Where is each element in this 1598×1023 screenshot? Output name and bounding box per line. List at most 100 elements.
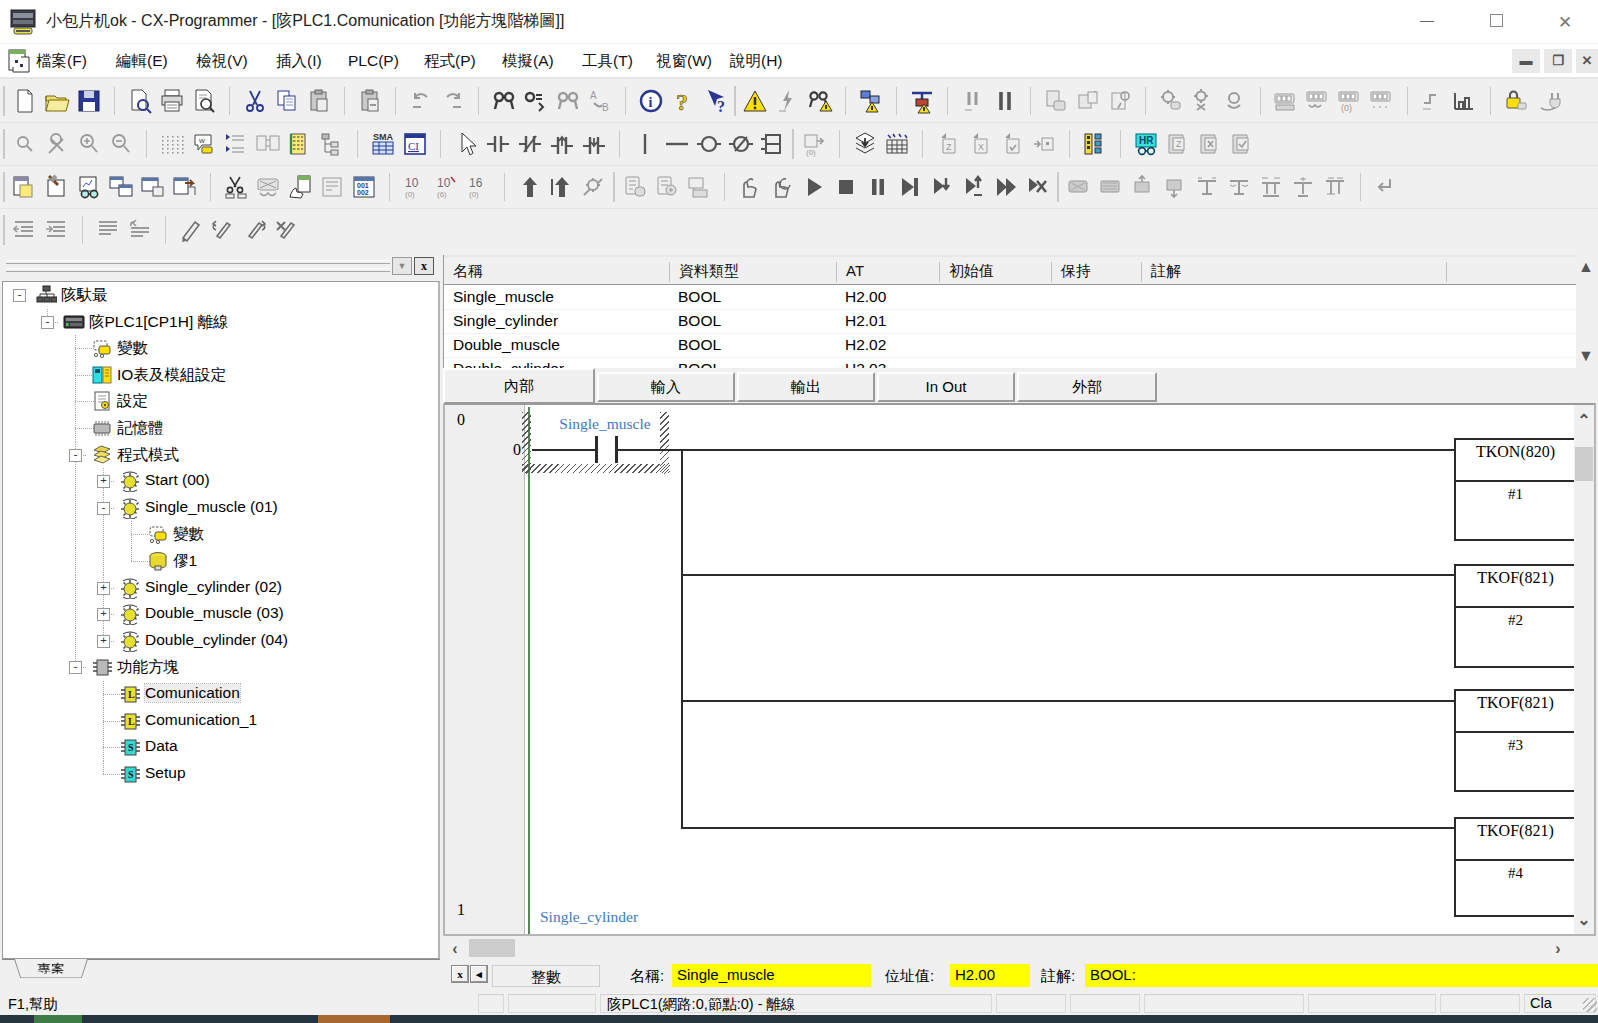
tree-item-label[interactable]: Double_muscle (03) xyxy=(145,604,284,622)
column-header-名稱[interactable]: 名稱 xyxy=(444,262,669,282)
tree-item-Comunication[interactable]: LComunication xyxy=(3,681,438,708)
open-file-icon[interactable] xyxy=(41,85,73,117)
var-tab-內部[interactable]: 內部 xyxy=(443,368,595,404)
tbar3-icon[interactable] xyxy=(1255,171,1287,203)
fb-tkof-4[interactable]: TKOF(821) #4 xyxy=(1454,817,1575,917)
find-warning-icon[interactable] xyxy=(804,85,836,117)
step-next-icon[interactable] xyxy=(894,171,926,203)
name-field[interactable]: Single_muscle xyxy=(672,964,871,987)
justify1-icon[interactable] xyxy=(92,214,124,246)
tree-item-陔馱最[interactable]: - 陔馱最 xyxy=(3,282,438,309)
compare-gear1-icon[interactable] xyxy=(1155,85,1187,117)
pen1-icon[interactable] xyxy=(175,214,207,246)
tree-item-Single_muscle (01)[interactable]: -Single_muscle (01) xyxy=(3,495,438,522)
compile-warning-icon[interactable] xyxy=(740,85,772,117)
network-warning-icon[interactable] xyxy=(855,85,887,117)
table-row-Single_muscle[interactable]: Single_muscleBOOLH2.00 xyxy=(444,286,1576,310)
column-header-註解[interactable]: 註解 xyxy=(1141,262,1446,282)
mesh-box1-icon[interactable] xyxy=(1063,171,1095,203)
table-row-Double_cylinder[interactable]: Double_cylinderBOOLH2.03 xyxy=(444,358,1576,368)
hand-point-icon[interactable] xyxy=(284,171,316,203)
binary-window-icon[interactable]: 001002 xyxy=(348,171,380,203)
ladder-vscrollbar[interactable]: ⌃ ⌄ xyxy=(1574,405,1594,934)
play-icon[interactable] xyxy=(798,171,830,203)
find-report-icon[interactable] xyxy=(124,85,156,117)
menu-6[interactable]: 程式(P) xyxy=(424,50,476,72)
coil-nc-icon[interactable] xyxy=(725,128,757,160)
tree-item-label[interactable]: Comunication xyxy=(145,684,240,702)
rung-yellow-icon[interactable] xyxy=(284,128,316,160)
tree-item-label[interactable]: 變數 xyxy=(173,524,204,545)
tree-item-label[interactable]: Single_cylinder (02) xyxy=(145,578,282,596)
var-tab-In Out[interactable]: In Out xyxy=(877,372,1015,402)
menu-7[interactable]: 模擬(A) xyxy=(502,50,554,72)
fb-tkof-2[interactable]: TKOF(821) #2 xyxy=(1454,564,1575,668)
cursor-icon[interactable] xyxy=(450,128,482,160)
tree-item-陔PLC1[CP1H] 離線[interactable]: - 陔PLC1[CP1H] 離線 xyxy=(3,309,438,336)
copy-icon[interactable] xyxy=(271,85,303,117)
column-header-保持[interactable]: 保持 xyxy=(1051,262,1141,282)
tree-item-Start (00)[interactable]: +Start (00) xyxy=(3,468,438,495)
tree-item-label[interactable]: Comunication_1 xyxy=(145,711,257,729)
door-x-icon[interactable] xyxy=(1194,128,1226,160)
maximize-button[interactable] xyxy=(1474,0,1520,42)
tbar4-icon[interactable] xyxy=(1287,171,1319,203)
dec10b-icon[interactable]: 10(6) xyxy=(431,171,463,203)
column-header-AT[interactable]: AT xyxy=(836,262,939,282)
page-dot-icon[interactable] xyxy=(1028,128,1060,160)
pause-icon[interactable] xyxy=(989,85,1021,117)
hammer-window-icon[interactable] xyxy=(41,171,73,203)
hand1-icon[interactable] xyxy=(734,171,766,203)
door-check-icon[interactable] xyxy=(1226,128,1258,160)
var-tab-輸出[interactable]: 輸出 xyxy=(737,372,875,402)
compare-gear3-icon[interactable] xyxy=(1219,85,1251,117)
ladder-editor[interactable]: 0 0 1 Single_muscle TKON(820) #1 TKOF(82… xyxy=(443,403,1596,936)
mdi-close-button[interactable]: ✕ xyxy=(1576,49,1598,73)
info-icon[interactable]: i xyxy=(635,85,667,117)
stop-icon[interactable] xyxy=(830,171,862,203)
page-x-icon[interactable]: X xyxy=(964,128,996,160)
split-scissors-icon[interactable] xyxy=(220,171,252,203)
memory2-icon[interactable] xyxy=(1302,85,1334,117)
horizontal-line-icon[interactable] xyxy=(661,128,693,160)
return-icon[interactable] xyxy=(1370,171,1402,203)
new-file-icon[interactable] xyxy=(9,85,41,117)
find-replace-icon[interactable] xyxy=(520,85,552,117)
instr-box-icon[interactable] xyxy=(757,128,789,160)
collapse-icon[interactable]: - xyxy=(41,316,54,329)
print-preview-icon[interactable] xyxy=(188,85,220,117)
scroll-left-icon[interactable]: ‹ xyxy=(445,940,465,958)
compare-gear2-icon[interactable] xyxy=(1187,85,1219,117)
contact-up-icon[interactable] xyxy=(546,128,578,160)
menu-10[interactable]: 說明(H) xyxy=(730,50,783,72)
tree-item-label[interactable]: IO表及模組設定 xyxy=(117,365,226,386)
menu-8[interactable]: 工具(T) xyxy=(582,50,633,72)
fast-forward-icon[interactable] xyxy=(990,171,1022,203)
up-arrow2-icon[interactable] xyxy=(546,171,578,203)
tree-item-IO表及模組設定[interactable]: IO表及模組設定 xyxy=(3,362,438,389)
print-icon[interactable] xyxy=(156,85,188,117)
menu-2[interactable]: 編輯(E) xyxy=(116,50,168,72)
memory1-icon[interactable] xyxy=(1270,85,1302,117)
tree-item-label[interactable]: 陔PLC1[CP1H] 離線 xyxy=(89,312,229,333)
ci-window-icon[interactable]: CI xyxy=(399,128,431,160)
fb-tkof-3[interactable]: TKOF(821) #3 xyxy=(1454,689,1575,792)
redo-icon[interactable] xyxy=(437,85,469,117)
var-tab-輸入[interactable]: 輸入 xyxy=(597,372,735,402)
page-z-icon[interactable]: Z xyxy=(932,128,964,160)
find-icon[interactable] xyxy=(488,85,520,117)
tree-item-label[interactable]: 僇1 xyxy=(173,551,197,572)
menu-5[interactable]: PLC(P) xyxy=(348,50,399,72)
tbar1-icon[interactable] xyxy=(1191,171,1223,203)
collapse-icon[interactable]: - xyxy=(13,289,26,302)
sma-table-icon[interactable]: SMA xyxy=(367,128,399,160)
tbar5-icon[interactable] xyxy=(1319,171,1351,203)
tree-item-Data[interactable]: SData xyxy=(3,734,438,761)
search-gray-icon[interactable] xyxy=(552,85,584,117)
page-check-icon[interactable] xyxy=(996,128,1028,160)
tree-item-label[interactable]: Double_cylinder (04) xyxy=(145,631,288,649)
mesh-box4-icon[interactable] xyxy=(1159,171,1191,203)
multi-step-icon[interactable] xyxy=(1449,85,1481,117)
tree-item-label[interactable]: 陔馱最 xyxy=(61,285,108,306)
transfer-doc3-icon[interactable] xyxy=(1104,85,1136,117)
